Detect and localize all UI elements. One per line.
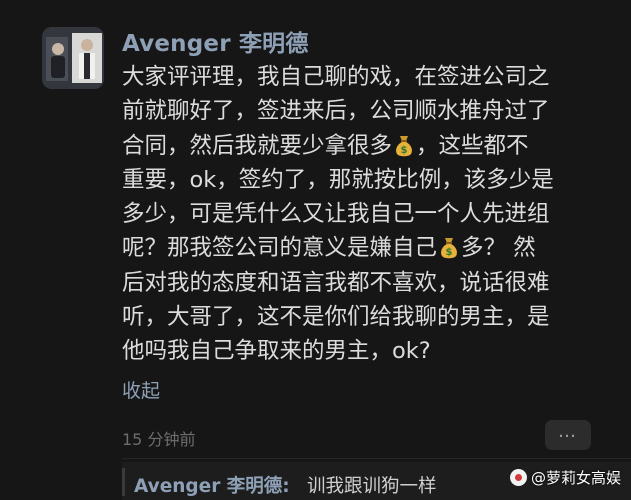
- post-body-text: ，这些都不: [416, 132, 529, 159]
- more-options-button[interactable]: …: [545, 420, 591, 450]
- collapse-link[interactable]: 收起: [122, 376, 160, 403]
- divider: [122, 458, 631, 459]
- svg-text:$: $: [446, 247, 453, 258]
- post-body: 大家评评理，我自己聊的戏，在签进公司之 前就聊好了，签进来后，公司顺水推舟过了 合同…: [122, 60, 616, 369]
- post-body-line: 大家评评理，我自己聊的戏，在签进公司之: [122, 60, 616, 94]
- post-body-line: 合同，然后我就要少拿很多 $ ，这些都不: [122, 129, 616, 163]
- post-body-text: 大家评评理，我自己聊的戏，在签进公司之: [122, 64, 550, 90]
- post-body-line: 重要，ok，签约了，那就按比例，该多少是: [122, 163, 616, 197]
- post-body-text: 呢？那我签公司的意义是嫌自己: [122, 235, 438, 262]
- post-body-text: 前就聊好了，签进来后，公司顺水推舟过了: [122, 98, 550, 125]
- post-body-text: 他吗我自己争取来的男主，ok?: [122, 338, 431, 365]
- post-body-text: 听，大哥了，这不是你们给我聊的男主，是: [122, 304, 550, 331]
- post-body-line: 前就聊好了，签进来后，公司顺水推舟过了: [122, 94, 616, 128]
- post-body-line: 多少，可是凭什么又让我自己一个人先进组: [122, 197, 616, 231]
- money-bag-icon: $: [394, 133, 414, 156]
- reply-quote-bar: [122, 468, 125, 496]
- post-author-name[interactable]: Avenger 李明德: [122, 24, 309, 58]
- reply-text: 训我跟训狗一样: [307, 476, 437, 497]
- reply-author-name[interactable]: Avenger 李明德:: [134, 472, 290, 498]
- avatar-photo-icon: [42, 27, 104, 89]
- post-body-line: 呢？那我签公司的意义是嫌自己 $ 多？ 然: [122, 231, 616, 265]
- money-bag-icon: $: [439, 235, 459, 259]
- watermark-text: @萝莉女高娱: [530, 469, 621, 487]
- post-timestamp: 15 分钟前: [122, 430, 196, 449]
- weibo-post: Avenger 李明德 大家评评理，我自己聊的戏，在签进公司之 前就聊好了，签进来…: [0, 0, 631, 500]
- watermark: @萝莉女高娱: [509, 467, 621, 488]
- post-body-line: 他吗我自己争取来的男主，ok?: [122, 334, 616, 368]
- post-body-line: 后对我的态度和语言我都不喜欢，说话很难: [122, 266, 616, 300]
- post-body-line: 听，大哥了，这不是你们给我聊的男主，是: [122, 300, 616, 334]
- post-body-text: 多？ 然: [461, 235, 536, 262]
- post-body-text: 合同，然后我就要少拿很多: [122, 132, 393, 159]
- more-horizontal-icon: …: [558, 421, 578, 442]
- user-avatar[interactable]: [42, 27, 104, 89]
- svg-text:$: $: [401, 145, 408, 156]
- watermark-logo-icon: [509, 469, 527, 486]
- post-body-text: 重要，ok，签约了，那就按比例，该多少是: [122, 166, 554, 193]
- post-body-text: 多少，可是凭什么又让我自己一个人先进组: [122, 201, 550, 228]
- post-body-text: 后对我的态度和语言我都不喜欢，说话很难: [122, 269, 550, 296]
